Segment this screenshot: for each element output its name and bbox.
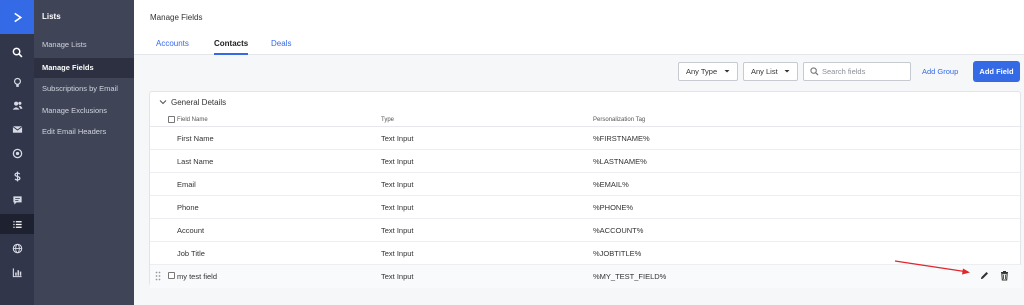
type-filter-select[interactable]: Any Type <box>678 62 738 81</box>
table-row[interactable]: Phone Text Input %PHONE% <box>150 196 1022 219</box>
row-checkbox[interactable] <box>168 272 175 279</box>
list-filter-value: Any List <box>751 67 778 76</box>
subnav-item-subscriptions-by-email[interactable]: Subscriptions by Email <box>34 79 134 99</box>
type-filter-value: Any Type <box>686 67 718 76</box>
field-tag: %FIRSTNAME% <box>593 134 650 143</box>
globe-icon[interactable] <box>0 238 34 258</box>
field-tag: %LASTNAME% <box>593 157 647 166</box>
field-tag: %MY_TEST_FIELD% <box>593 272 667 281</box>
field-name: Email <box>177 180 196 189</box>
field-type: Text Input <box>381 180 414 189</box>
dollar-icon[interactable] <box>0 166 34 186</box>
column-header-personalization-tag: Personalization Tag <box>593 117 646 123</box>
page-header: Manage Fields Accounts Contacts Deals <box>134 0 1024 55</box>
field-type: Text Input <box>381 157 414 166</box>
field-name: Last Name <box>177 157 214 166</box>
field-tag: %JOBTITLE% <box>593 249 642 258</box>
field-type: Text Input <box>381 249 414 258</box>
field-type: Text Input <box>381 226 414 235</box>
chevron-down-icon <box>784 70 790 73</box>
table-header: Field Name Type Personalization Tag <box>150 113 1022 127</box>
field-type: Text Input <box>381 203 414 212</box>
subnav-item-edit-email-headers[interactable]: Edit Email Headers <box>34 122 134 142</box>
fields-group-card: General Details Field Name Type Personal… <box>149 91 1022 288</box>
search-input[interactable] <box>822 65 908 78</box>
table-row[interactable]: my test field Text Input %MY_TEST_FIELD% <box>150 265 1022 288</box>
list-icon[interactable] <box>0 214 34 234</box>
search-icon <box>810 67 819 76</box>
field-name: Phone <box>177 203 199 212</box>
chat-icon[interactable] <box>0 190 34 210</box>
add-group-link[interactable]: Add Group <box>922 67 958 76</box>
contacts-icon[interactable] <box>0 95 34 115</box>
bar-chart-icon[interactable] <box>0 262 34 282</box>
group-header[interactable]: General Details <box>159 98 226 107</box>
tab-contacts[interactable]: Contacts <box>214 39 249 55</box>
field-name: Job Title <box>177 249 205 258</box>
subnav-item-manage-fields[interactable]: Manage Fields <box>34 58 134 78</box>
field-name: First Name <box>177 134 214 143</box>
table-row[interactable]: Last Name Text Input %LASTNAME% <box>150 150 1022 173</box>
column-header-type: Type <box>381 117 395 123</box>
field-name: my test field <box>177 272 218 281</box>
add-field-button[interactable]: Add Field <box>973 61 1020 82</box>
chevron-down-icon <box>159 100 167 105</box>
subnav-item-manage-exclusions[interactable]: Manage Exclusions <box>34 101 134 121</box>
field-name: Account <box>177 226 205 235</box>
edit-pencil-icon[interactable] <box>979 270 990 281</box>
field-tag: %ACCOUNT% <box>593 226 644 235</box>
field-type: Text Input <box>381 134 414 143</box>
list-filter-select[interactable]: Any List <box>743 62 798 81</box>
main-content: Manage Fields Accounts Contacts Deals An… <box>134 0 1024 305</box>
group-title: General Details <box>171 98 227 107</box>
lightbulb-icon[interactable] <box>0 72 34 92</box>
lists-subnav: Lists Manage Lists Manage Fields Subscri… <box>34 0 134 305</box>
field-tag: %EMAIL% <box>593 180 629 189</box>
search-icon[interactable] <box>0 42 34 62</box>
mail-icon[interactable] <box>0 119 34 139</box>
column-header-field-name: Field Name <box>177 117 208 123</box>
page-title: Manage Fields <box>150 13 203 22</box>
subnav-item-manage-lists[interactable]: Manage Lists <box>34 35 134 55</box>
target-icon[interactable] <box>0 143 34 163</box>
drag-handle-icon[interactable] <box>155 271 161 281</box>
icon-rail <box>0 0 34 305</box>
table-row[interactable]: First Name Text Input %FIRSTNAME% <box>150 127 1022 150</box>
field-type: Text Input <box>381 272 414 281</box>
chevron-down-icon <box>724 70 730 73</box>
tab-accounts[interactable]: Accounts <box>156 39 189 55</box>
trash-icon[interactable] <box>999 270 1010 281</box>
table-row[interactable]: Email Text Input %EMAIL% <box>150 173 1022 196</box>
table-row[interactable]: Account Text Input %ACCOUNT% <box>150 219 1022 242</box>
subnav-title: Lists <box>42 12 61 21</box>
table-row[interactable]: Job Title Text Input %JOBTITLE% <box>150 242 1022 265</box>
tab-deals[interactable]: Deals <box>271 39 291 55</box>
search-fields-box[interactable] <box>803 62 911 81</box>
select-all-checkbox[interactable] <box>168 116 175 123</box>
logo-icon[interactable] <box>0 0 34 34</box>
field-tag: %PHONE% <box>593 203 634 212</box>
